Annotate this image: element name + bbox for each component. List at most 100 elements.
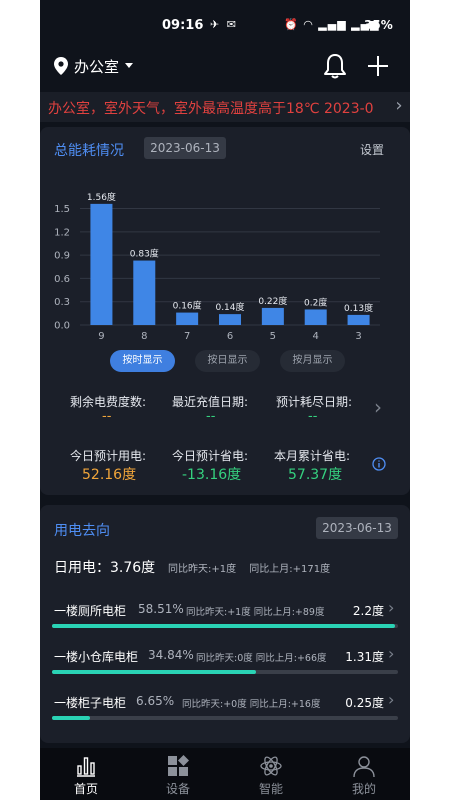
bar-data-label: 0.13度 [344,302,373,314]
caret-down-icon[interactable] [125,63,133,68]
location-pin-icon[interactable] [54,57,68,75]
daily-usage-comparison: 同比昨天:+1度 同比上月:+171度 [168,564,331,575]
y-tick-label: 0.3 [54,297,70,308]
depletion-date-value: -- [308,409,318,424]
energy-date-picker[interactable]: 2023-06-13 [144,137,226,159]
today-usage-value: 52.16度 [82,467,137,483]
chart-bar [90,203,113,325]
y-tick-label: 1.5 [54,204,70,215]
cabinet-row[interactable]: 一楼柜子电柜 6.65% 同比昨天:+0度 同比上月:+16度 0.25度 › [40,690,410,732]
hourly-energy-chart: 0.0 0.3 0.6 0.9 1.2 1.5 1.56度 9 0.83度 8 0.16度 7 0.14… [54,191,380,342]
today-saving-label: 今日预计省电: [172,449,249,463]
usage-share-bar [52,624,398,628]
bottom-navigation: 首页 设备 智能 我的 [40,748,410,800]
bar-data-label: 0.16度 [173,300,202,312]
battery-level: 35% [364,18,393,32]
chevron-right-icon[interactable]: › [374,395,382,419]
y-tick-label: 1.2 [54,227,70,238]
add-icon[interactable] [366,54,390,78]
bar-data-label: 0.22度 [258,295,287,307]
chart-bar [133,260,156,325]
month-saving-value: 57.37度 [288,467,343,483]
today-usage-label: 今日预计用电: [70,449,147,463]
usage-share-fill [52,716,91,720]
x-tick-label: 8 [141,331,147,342]
status-bar: 09:16 ✈ ✉ ⏰ ◠ ▂▄▆ ▂▄▆ 35% [40,14,410,38]
chart-bar [176,312,199,325]
chart-bar [219,314,241,325]
cabinet-comparison: 同比昨天:+0度 同比上月:+16度 [182,699,321,710]
usage-date-picker[interactable]: 2023-06-13 [316,517,398,539]
nav-smart[interactable]: 智能 [225,748,317,800]
cabinet-name: 一楼柜子电柜 [54,696,127,710]
x-tick-label: 4 [313,331,319,342]
chevron-right-icon[interactable]: › [388,690,394,709]
last-recharge-value: -- [206,409,216,424]
nav-mine[interactable]: 我的 [318,748,410,800]
chart-bar [304,309,327,325]
atom-icon [260,756,282,776]
cabinet-name: 一楼厕所电柜 [54,604,127,618]
notification-icons: ✈ ✉ [210,18,238,31]
last-recharge-label: 最近充值日期: [172,395,249,409]
devices-icon [168,755,189,776]
daily-usage-total: 日用电：3.76度 [54,560,156,576]
y-tick-label: 0.6 [54,274,70,285]
month-saving-label: 本月累计省电: [274,449,351,463]
location-selector[interactable]: 办公室 [74,56,119,77]
usage-share-bar [52,716,398,720]
remaining-kwh-value: -- [102,409,112,424]
cabinet-share: 6.65% [136,694,175,708]
cabinet-usage: 1.31度 [345,650,384,664]
cabinet-usage: 0.25度 [345,696,384,710]
cabinet-share: 58.51% [138,602,184,616]
cabinet-share: 34.84% [148,648,194,662]
cabinet-usage: 2.2度 [352,604,384,618]
nav-mine-label: 我的 [351,782,376,796]
segment-by-hour[interactable]: 按时显示 [110,350,175,372]
x-tick-label: 7 [184,331,190,342]
bar-chart-icon [77,757,95,777]
usage-share-bar [52,670,398,674]
nav-devices[interactable]: 设备 [132,748,224,800]
nav-home-label: 首页 [73,782,98,796]
bar-data-label: 0.2度 [304,296,327,308]
chevron-right-icon[interactable]: › [388,92,410,122]
app-header: 办公室 [40,48,410,84]
bar-data-label: 0.83度 [130,248,159,260]
bell-icon[interactable] [322,52,348,80]
usage-share-fill [52,624,395,628]
cabinet-name: 一楼小仓库电柜 [54,650,139,664]
weather-alert-text: 办公室，室外天气，室外最高温度高于18℃ 2023-0 [48,101,374,117]
nav-smart-label: 智能 [258,782,283,796]
x-tick-label: 5 [270,331,276,342]
usage-share-fill [52,670,257,674]
power-distribution-title: 用电去向 [54,523,110,539]
user-icon [353,756,375,778]
x-tick-label: 3 [355,331,361,342]
segment-by-month[interactable]: 按月显示 [280,350,345,372]
nav-devices-label: 设备 [165,782,190,796]
cabinet-comparison: 同比昨天:0度 同比上月:+66度 [196,653,327,664]
chart-bar [347,314,370,325]
depletion-date-label: 预计耗尽日期: [276,395,353,409]
y-tick-label: 0.0 [54,321,70,332]
chevron-right-icon[interactable]: › [388,598,394,617]
chevron-right-icon[interactable]: › [388,644,394,663]
nav-home[interactable]: 首页 [40,748,132,800]
segment-by-day[interactable]: 按日显示 [195,350,260,372]
bar-data-label: 0.14度 [215,301,244,313]
energy-overview-card: 总能耗情况 2023-06-13 设置 0.0 0.3 0.6 0.9 1.2 1.5 1.… [40,127,410,495]
settings-button[interactable]: 设置 [360,141,384,158]
app-screen: 09:16 ✈ ✉ ⏰ ◠ ▂▄▆ ▂▄▆ 35% 办公室 办公室，室外天气，室… [40,0,410,800]
power-distribution-card: 用电去向 2023-06-13 日用电：3.76度 同比昨天:+1度 同比上月:… [40,505,410,743]
cabinet-comparison: 同比昨天:+1度 同比上月:+89度 [186,607,325,618]
info-icon[interactable] [372,457,386,471]
chart-bar [261,307,284,325]
status-time: 09:16 [162,18,204,33]
remaining-kwh-label: 剩余电费度数: [70,395,147,409]
today-saving-value: -13.16度 [182,467,242,483]
cabinet-row[interactable]: 一楼小仓库电柜 34.84% 同比昨天:0度 同比上月:+66度 1.31度 › [40,644,410,686]
weather-alert-banner[interactable]: 办公室，室外天气，室外最高温度高于18℃ 2023-0 › [40,92,410,122]
cabinet-row[interactable]: 一楼厕所电柜 58.51% 同比昨天:+1度 同比上月:+89度 2.2度 › [40,598,410,640]
